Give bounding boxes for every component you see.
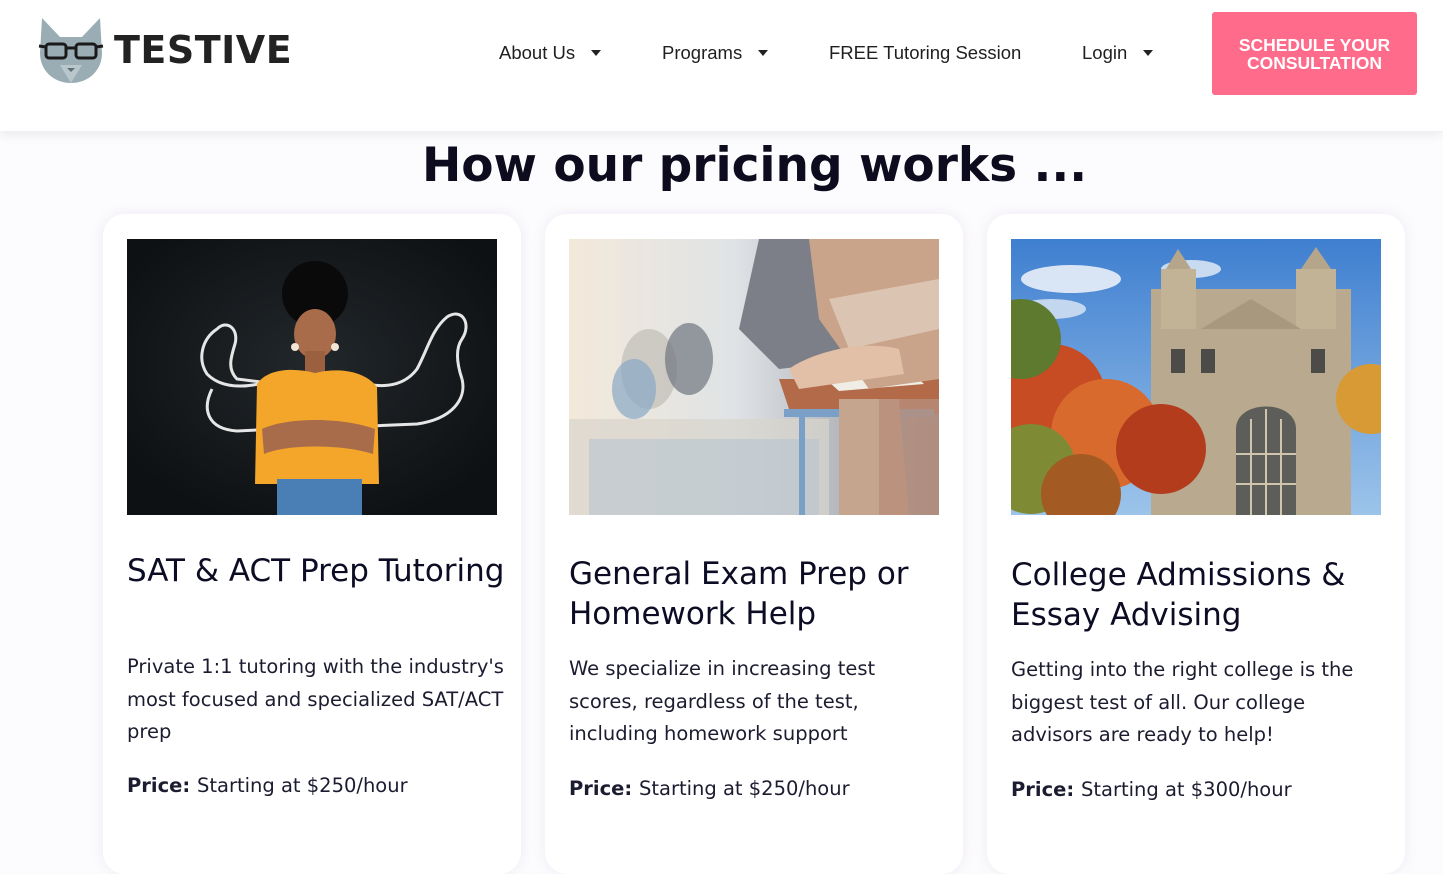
card-description: We specialize in increasing test scores,… bbox=[569, 657, 876, 745]
chevron-down-icon bbox=[1143, 50, 1154, 56]
price-label: Price: bbox=[569, 777, 639, 800]
chevron-down-icon bbox=[758, 50, 769, 56]
nav-about-us-label: About Us bbox=[499, 42, 576, 63]
student-with-chalk-muscles-photo bbox=[127, 239, 497, 515]
pricing-card-exam-prep: General Exam Prep or Homework Help We sp… bbox=[545, 214, 963, 874]
pricing-card-college-admissions: College Admissions & Essay Advising Gett… bbox=[987, 214, 1405, 874]
card-price: Price: Starting at $250/hour bbox=[569, 777, 949, 800]
nav-login-label: Login bbox=[1082, 42, 1128, 63]
nav-free-tutoring[interactable]: FREE Tutoring Session bbox=[829, 38, 1021, 68]
card-title: College Admissions & Essay Advising bbox=[1011, 557, 1346, 633]
students-taking-exam-photo bbox=[569, 239, 939, 515]
pricing-card-sat-act: SAT & ACT Prep Tutoring Private 1:1 tuto… bbox=[103, 214, 521, 874]
price-value: Starting at $250/hour bbox=[638, 777, 850, 800]
card-price: Price: Starting at $250/hour bbox=[127, 774, 507, 797]
chevron-down-icon bbox=[591, 50, 602, 56]
cat-with-glasses-icon bbox=[38, 18, 104, 83]
college-building-autumn-photo bbox=[1011, 239, 1381, 515]
nav-programs[interactable]: Programs bbox=[662, 38, 769, 68]
site-header: TESTIVE About Us Programs FREE Tutoring … bbox=[0, 0, 1443, 131]
price-label: Price: bbox=[127, 774, 197, 797]
card-description: Getting into the right college is the bi… bbox=[1011, 658, 1354, 746]
brand-name: TESTIVE bbox=[114, 28, 293, 72]
price-value: Starting at $250/hour bbox=[196, 774, 408, 797]
card-description: Private 1:1 tutoring with the industry's… bbox=[127, 655, 504, 743]
price-value: Starting at $300/hour bbox=[1080, 778, 1292, 801]
schedule-consultation-button[interactable]: SCHEDULE YOUR CONSULTATION bbox=[1212, 12, 1417, 95]
nav-login[interactable]: Login bbox=[1082, 38, 1154, 68]
nav-about-us[interactable]: About Us bbox=[499, 38, 602, 68]
nav-programs-label: Programs bbox=[662, 42, 743, 63]
card-title: General Exam Prep or Homework Help bbox=[569, 556, 909, 632]
price-label: Price: bbox=[1011, 778, 1081, 801]
nav-free-tutoring-label: FREE Tutoring Session bbox=[829, 42, 1022, 63]
card-price: Price: Starting at $300/hour bbox=[1011, 778, 1391, 801]
page-title: How our pricing works ... bbox=[421, 138, 1088, 193]
brand-logo[interactable]: TESTIVE bbox=[36, 15, 292, 85]
card-title: SAT & ACT Prep Tutoring bbox=[127, 553, 505, 589]
